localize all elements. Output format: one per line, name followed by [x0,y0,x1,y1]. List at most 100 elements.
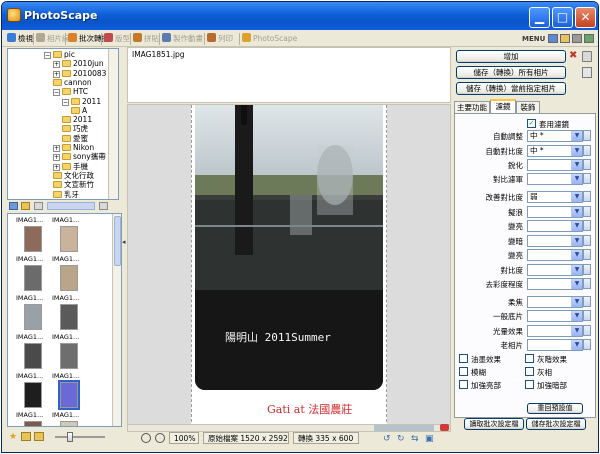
filter-combo[interactable]: ▼ [527,296,583,308]
thumbnail-size-slider-track[interactable] [55,436,105,438]
menu-button[interactable]: MENU [522,32,545,46]
filter-combo[interactable]: ▼ [527,249,583,261]
thumbnail-label[interactable]: IMAG1... [16,255,43,263]
filter-combo[interactable]: ▼ [527,339,583,351]
chevron-down-icon[interactable]: ▼ [571,311,582,321]
thumbnail-image[interactable] [24,343,42,369]
thumbnail-image[interactable] [60,226,78,252]
thumbnail-image[interactable] [60,265,78,291]
filter-combo[interactable]: ▼ [527,310,583,322]
tree-item[interactable]: − HTC [53,87,88,97]
zoom-out-icon[interactable] [141,433,151,443]
thumbnail-label[interactable]: IMAG1... [16,411,43,419]
filter-combo[interactable]: ▼ [527,278,583,290]
tab-2[interactable]: 裝飾 [516,101,540,113]
thumbnail-image[interactable] [24,382,42,408]
toolbar-tool-icon-1[interactable] [560,34,570,43]
toolbar-item-6[interactable]: 列印 [207,32,233,46]
tree-item[interactable]: 文化行政 [53,171,94,180]
filter-combo[interactable]: ▼ [527,220,583,232]
tree-item[interactable]: + 手機 [53,162,88,171]
tree-item[interactable]: + Nikon [53,143,94,152]
tree-item[interactable]: + sony攜帶 [53,152,106,162]
filter-options-icon[interactable] [583,264,591,275]
expand-toggle-icon[interactable]: + [53,70,60,78]
expand-toggle-icon[interactable]: − [62,98,69,106]
toolbar-item-3[interactable]: 版型 [104,32,130,46]
option-checkbox[interactable] [525,354,534,363]
reset-defaults-button[interactable]: 重回預設值 [527,403,583,414]
filter-options-icon[interactable] [583,339,591,350]
minimize-button[interactable]: ▁ [529,7,550,28]
thumbnail-image[interactable] [60,421,78,426]
toolbar-item-0[interactable]: 檢視 [7,32,33,46]
filter-combo[interactable]: 弱 ▼ [527,191,583,203]
tree-item[interactable]: +2010jun [53,59,104,69]
save-all-button[interactable]: 儲存（轉換）所有相片 [456,66,566,79]
tree-item[interactable]: 乳牙 [53,190,79,199]
filter-options-icon[interactable] [583,310,591,321]
canvas-horizontal-scrollbar[interactable] [127,424,451,432]
thumbnail-label[interactable]: IMAG1... [16,216,43,224]
tree-item[interactable]: 巧虎 [62,124,88,133]
rotate-right-icon[interactable]: ↻ [397,434,405,444]
preview-canvas[interactable]: 陽明山 2011Summer Gati at 法國農莊 [127,104,451,430]
tree-item[interactable]: 文宣新竹 [53,180,94,189]
tree-item[interactable]: 2011 [62,115,92,124]
filter-combo[interactable]: 中 * ▼ [527,145,583,157]
thumbnail-label[interactable]: IMAG1... [52,294,79,302]
thumbnail-image[interactable] [24,421,42,426]
collapse-arrow-icon[interactable]: ◂ [122,238,126,246]
thumbnail-image[interactable] [24,265,42,291]
tab-1[interactable]: 濾鏡 [490,99,516,113]
tree-item[interactable]: +2010083 [53,69,106,78]
option-checkbox[interactable] [525,380,534,389]
close-preview-icon[interactable] [440,424,449,431]
expand-toggle-icon[interactable]: − [53,89,60,97]
thumbnail-label[interactable]: IMAG1... [52,411,79,419]
filter-combo[interactable]: ▼ [527,325,583,337]
title-bar[interactable]: PhotoScape ▁ □ ✕ [2,2,598,30]
folder-tree[interactable]: − pic +2010jun +2010083 cannon − HTC −2011 A 2011… [7,48,119,200]
filter-options-icon[interactable] [583,278,591,289]
toolbar-item-4[interactable]: 拼貼 [133,32,159,46]
save-icon[interactable]: ▣ [425,434,434,444]
thumbnail-label[interactable]: IMAG1... [52,372,79,380]
chevron-down-icon[interactable]: ▼ [571,174,582,184]
thumbnail-list[interactable]: IMAG1... IMAG1... IMAG1... IMAG1... IMAG1...… [7,213,122,427]
filter-options-icon[interactable] [583,325,591,336]
zoom-in-icon[interactable] [155,433,165,443]
expand-toggle-icon[interactable]: + [53,61,60,69]
toolbar-tool-icon-0[interactable] [548,34,558,43]
folder-icon[interactable] [21,202,30,210]
thumbnail-label[interactable]: IMAG1... [16,294,43,302]
thumbnail-image[interactable] [60,343,78,369]
filter-combo[interactable]: ▼ [527,173,583,185]
panel-splitter[interactable]: ◂ [122,48,126,444]
thumbnail-image[interactable] [60,304,78,330]
view-icon[interactable] [9,202,18,210]
toolbar-tool-icon-3[interactable] [584,34,594,43]
option-checkbox[interactable] [459,367,468,376]
chevron-down-icon[interactable]: ▼ [571,192,582,202]
chevron-down-icon[interactable]: ▼ [571,131,582,141]
flip-icon[interactable]: ⇆ [411,434,419,444]
filter-options-icon[interactable] [583,206,591,217]
refresh-icon[interactable] [99,202,108,210]
filter-combo[interactable]: ▼ [527,206,583,218]
toolbar-tool-icon-2[interactable] [572,34,582,43]
option-checkbox[interactable] [459,380,468,389]
filter-options-icon[interactable] [583,145,591,156]
save-batch-settings-button[interactable]: 儲存批次設定檔 [526,418,586,430]
thumbnail-scrollbar-thumb[interactable] [114,216,121,266]
up-folder-icon[interactable] [34,202,43,210]
chevron-down-icon[interactable]: ▼ [571,146,582,156]
load-batch-settings-button[interactable]: 讀取批次設定檔 [464,418,524,430]
chevron-down-icon[interactable]: ▼ [571,207,582,217]
filter-combo[interactable]: ▼ [527,235,583,247]
chevron-down-icon[interactable]: ▼ [571,326,582,336]
expand-toggle-icon[interactable]: + [53,154,60,162]
chevron-down-icon[interactable]: ▼ [571,160,582,170]
filter-options-icon[interactable] [583,191,591,202]
chevron-down-icon[interactable]: ▼ [571,279,582,289]
